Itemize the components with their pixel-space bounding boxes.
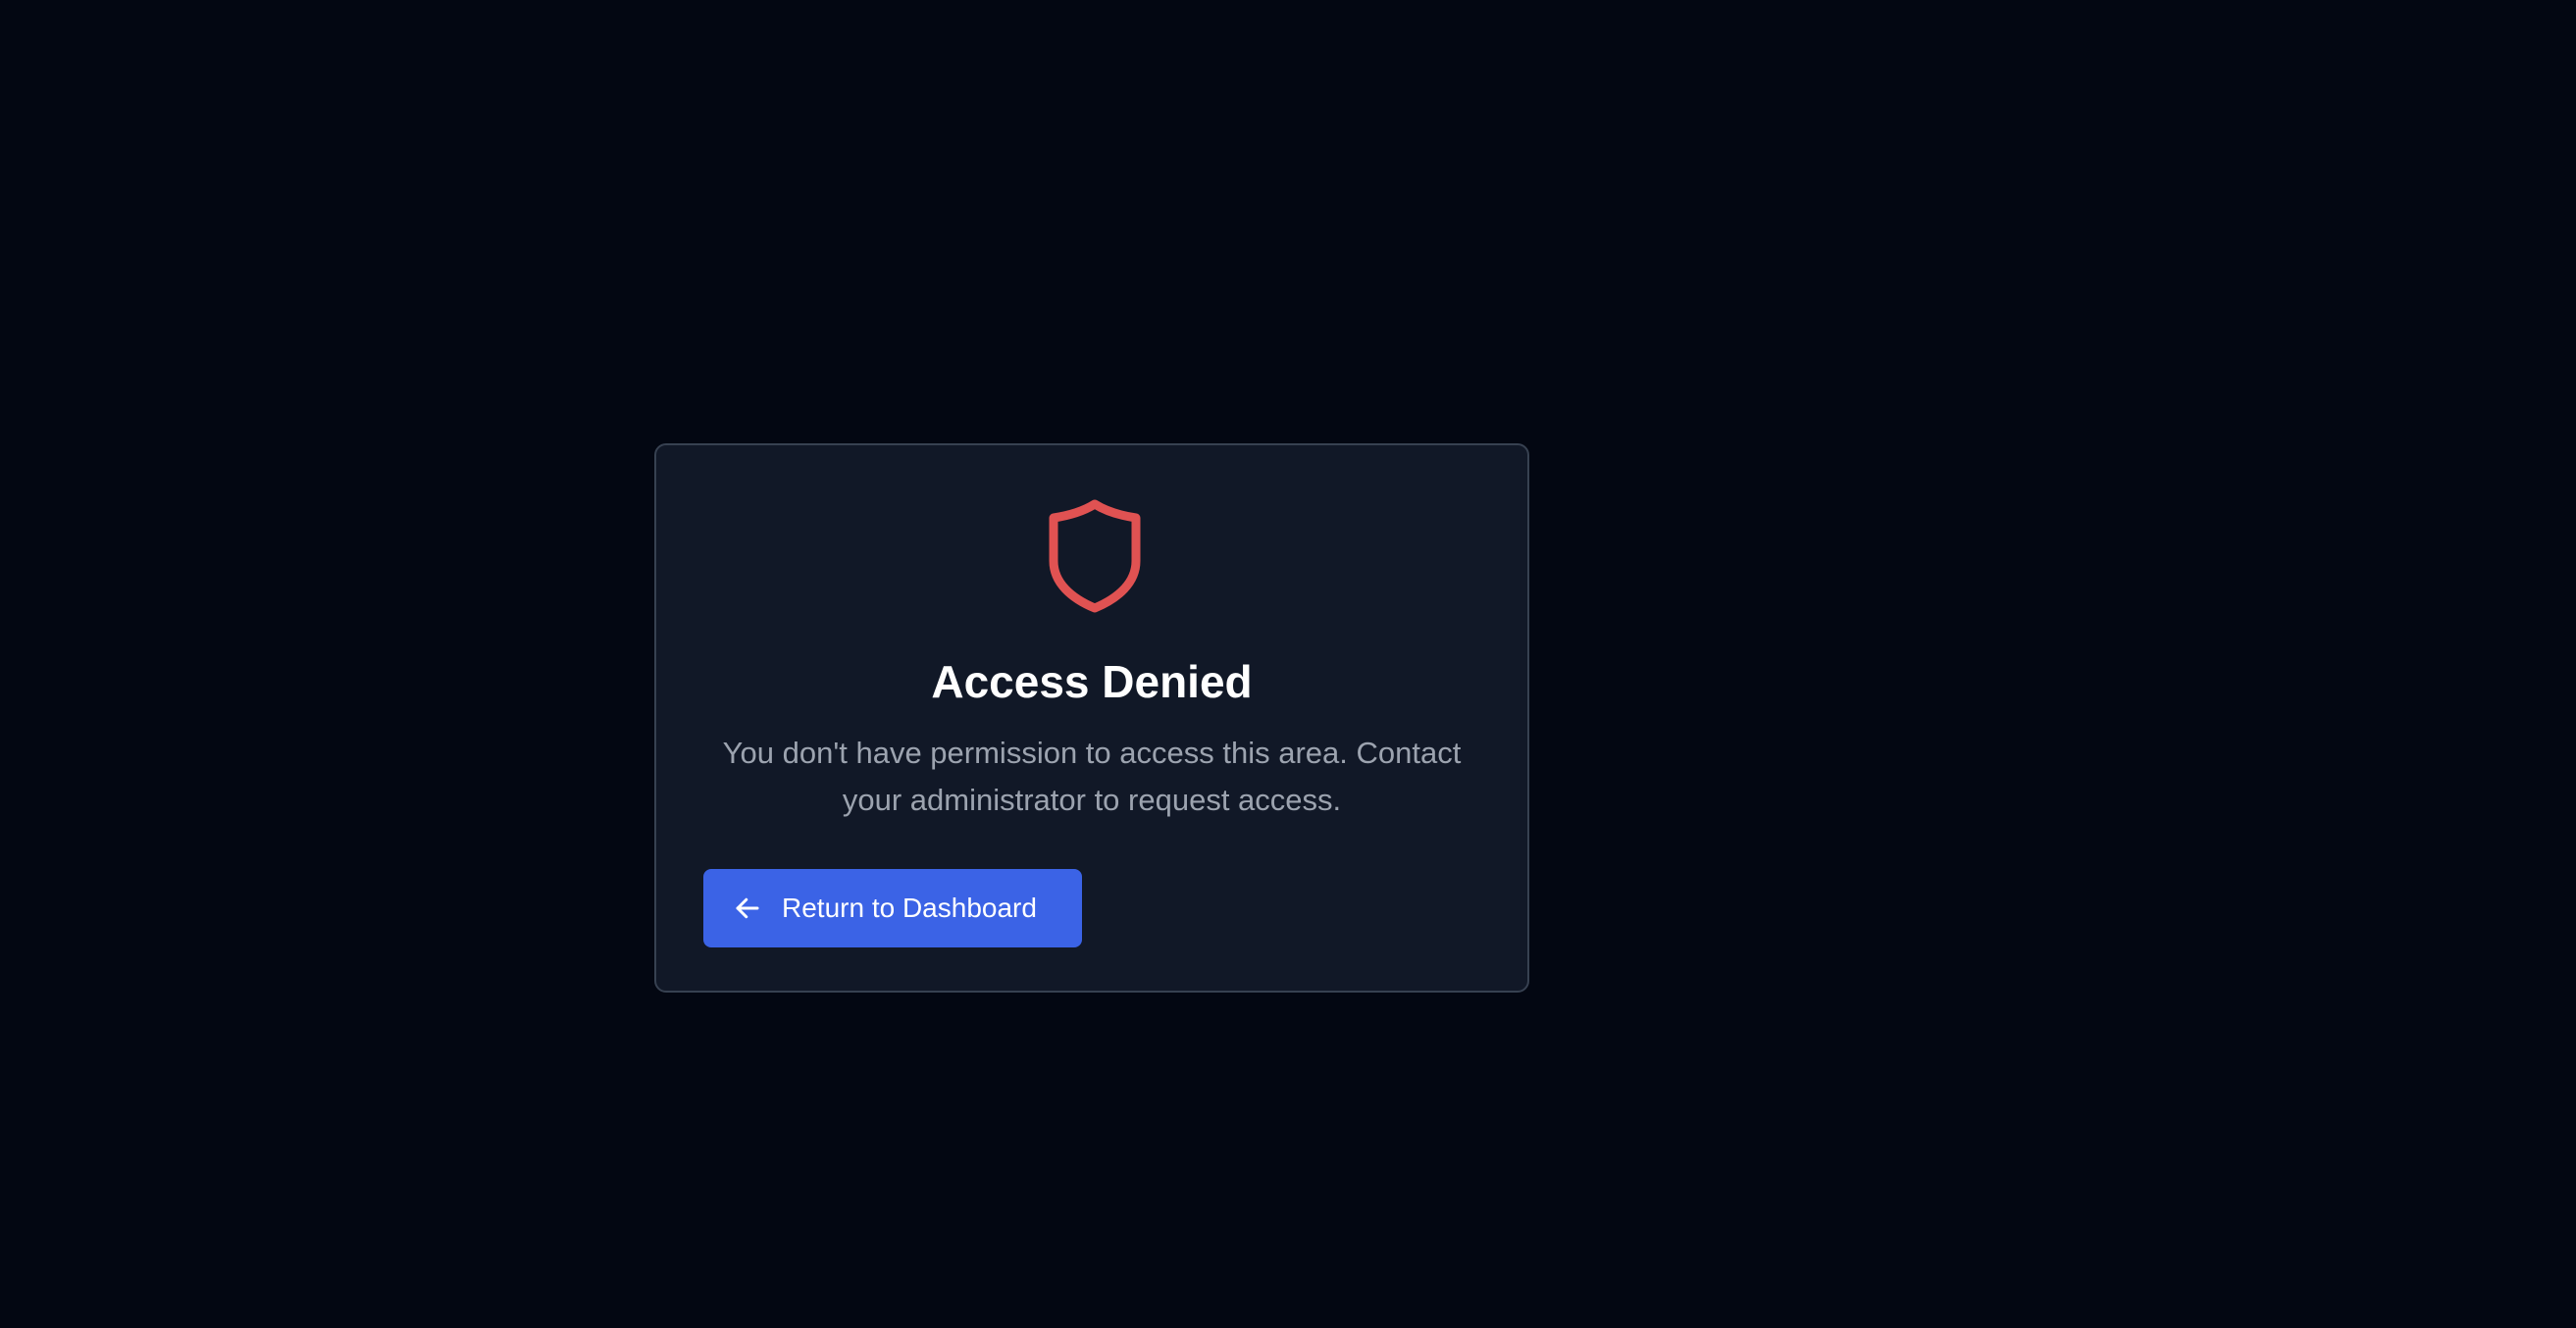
return-to-dashboard-label: Return to Dashboard: [782, 893, 1037, 923]
access-denied-card: Access Denied You don't have permission …: [654, 443, 1529, 993]
permission-message: You don't have permission to access this…: [722, 736, 1462, 817]
arrow-left-icon: [733, 894, 762, 923]
shield-icon: [1044, 496, 1146, 614]
page-title: Access Denied: [931, 656, 1253, 707]
return-to-dashboard-button[interactable]: Return to Dashboard: [703, 869, 1082, 947]
